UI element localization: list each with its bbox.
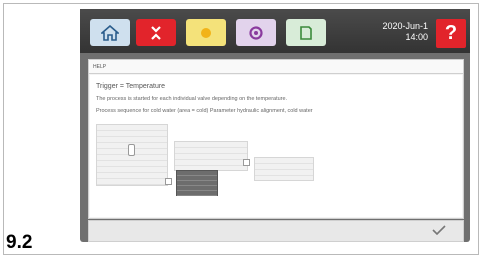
- mini-valve-table: [174, 141, 248, 171]
- checkmark-icon: [432, 222, 446, 240]
- help-description: The process is started for each individu…: [96, 96, 288, 102]
- help-sequence: Process sequence for cold water (area = …: [96, 108, 313, 114]
- confirm-button[interactable]: [421, 221, 457, 241]
- figure-label: 9.2: [6, 232, 33, 253]
- time-text: 14:00: [405, 32, 428, 42]
- bottom-bar: [88, 220, 464, 242]
- marker-2: [243, 159, 250, 166]
- datetime-display: 2020-Jun-1 14:00: [362, 21, 428, 43]
- slider-icon: [128, 144, 135, 156]
- valves-icon: [147, 24, 165, 42]
- help-content: Trigger = Temperature The process is sta…: [90, 75, 462, 217]
- document-icon: [297, 24, 315, 42]
- help-button[interactable]: ?: [436, 19, 466, 48]
- help-heading: Trigger = Temperature: [96, 83, 166, 90]
- tab-temperature[interactable]: [186, 19, 226, 46]
- mini-flow-table: [254, 157, 314, 181]
- tab-settings[interactable]: [236, 19, 276, 46]
- temperature-icon: [197, 24, 215, 42]
- tab-documents[interactable]: [286, 19, 326, 46]
- mini-popup-menu: [176, 170, 218, 196]
- tab-valves[interactable]: [136, 19, 176, 46]
- help-panel: HELP Trigger = Temperature The process i…: [88, 59, 464, 219]
- top-bar: 2020-Jun-1 14:00 ?: [80, 9, 470, 53]
- device-screen: 2020-Jun-1 14:00 ? HELP Trigger = Temper…: [80, 9, 470, 242]
- marker-1: [165, 178, 172, 185]
- panel-title: HELP: [89, 60, 463, 74]
- settings-gear-icon: [247, 24, 265, 42]
- tab-home[interactable]: [90, 19, 130, 46]
- home-icon: [101, 24, 119, 41]
- date-text: 2020-Jun-1: [382, 21, 428, 31]
